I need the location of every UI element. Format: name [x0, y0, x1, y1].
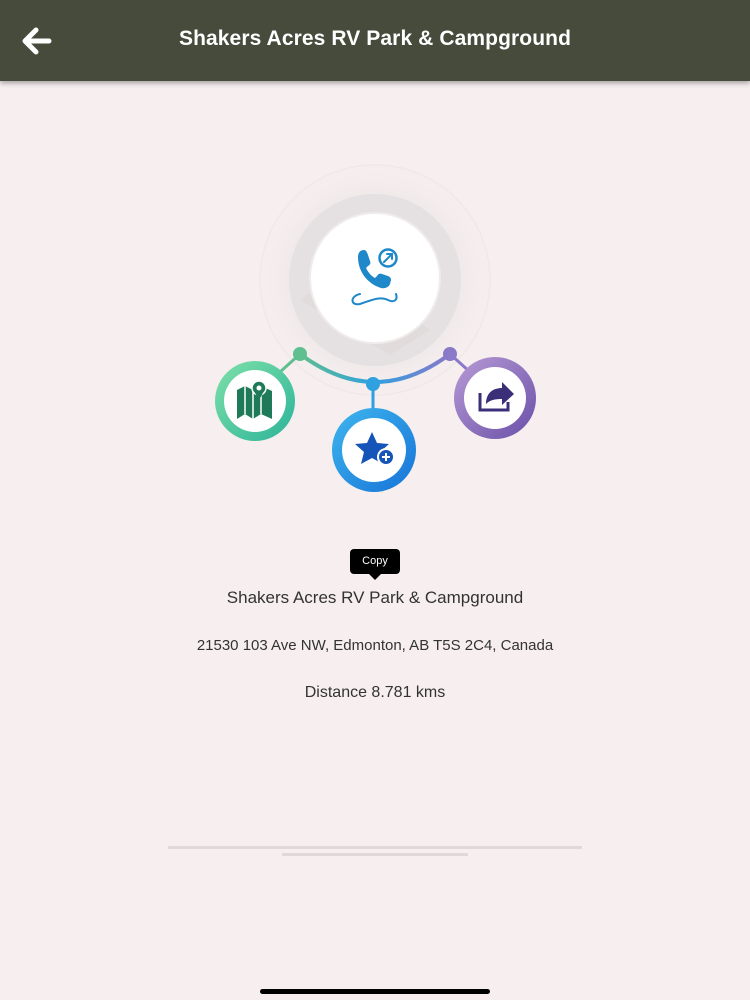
map-button[interactable]	[215, 361, 295, 441]
connector-dot-favorite	[366, 377, 380, 391]
place-address: 21530 103 Ave NW, Edmonton, AB T5S 2C4, …	[196, 637, 554, 654]
share-button[interactable]	[454, 357, 536, 439]
page-title: Shakers Acres RV Park & Campground	[178, 27, 572, 50]
favorite-button[interactable]	[332, 408, 416, 492]
place-distance: Distance 8.781 kms	[304, 684, 446, 701]
connector-dot-map	[293, 347, 307, 361]
connector-dot-share	[443, 347, 457, 361]
call-button[interactable]	[309, 212, 441, 344]
copy-tooltip[interactable]: Copy	[350, 549, 400, 580]
action-hub	[215, 155, 536, 492]
home-indicator[interactable]	[260, 989, 490, 994]
top-bar: Shakers Acres RV Park & Campground	[0, 0, 750, 81]
divider-line-short	[282, 853, 468, 856]
divider-line	[168, 846, 582, 849]
connector-map	[278, 352, 302, 374]
connector-arc	[298, 352, 452, 384]
place-name: Shakers Acres RV Park & Campground	[226, 588, 524, 607]
